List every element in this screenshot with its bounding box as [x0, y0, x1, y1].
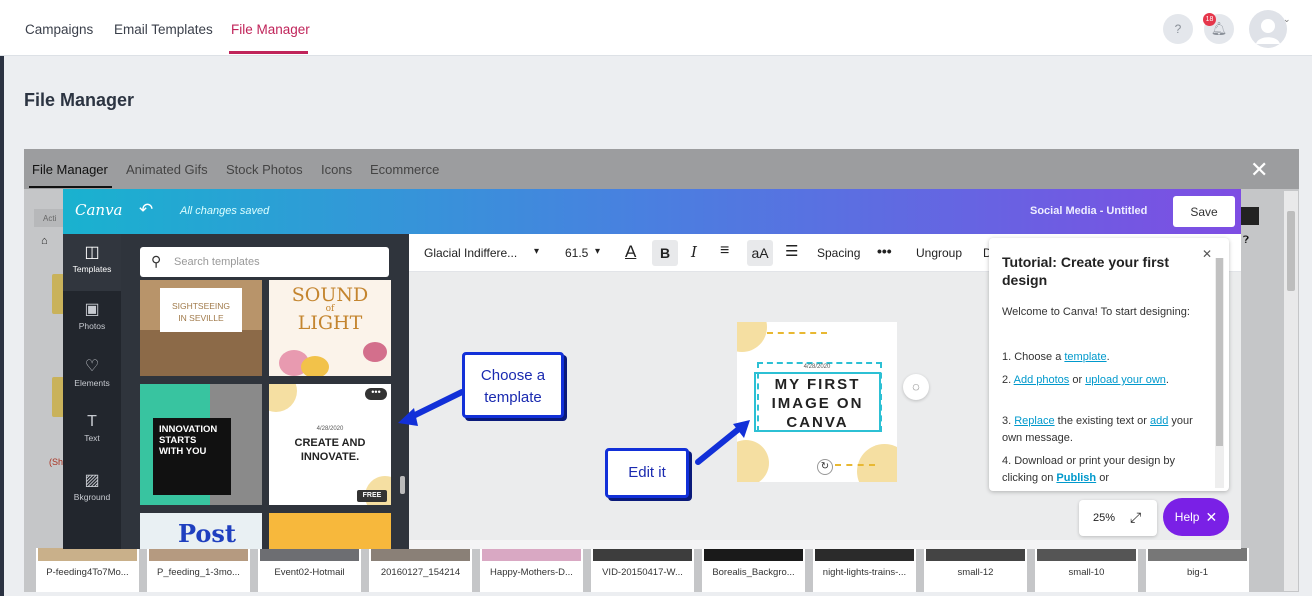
callout-arrows — [398, 389, 750, 465]
